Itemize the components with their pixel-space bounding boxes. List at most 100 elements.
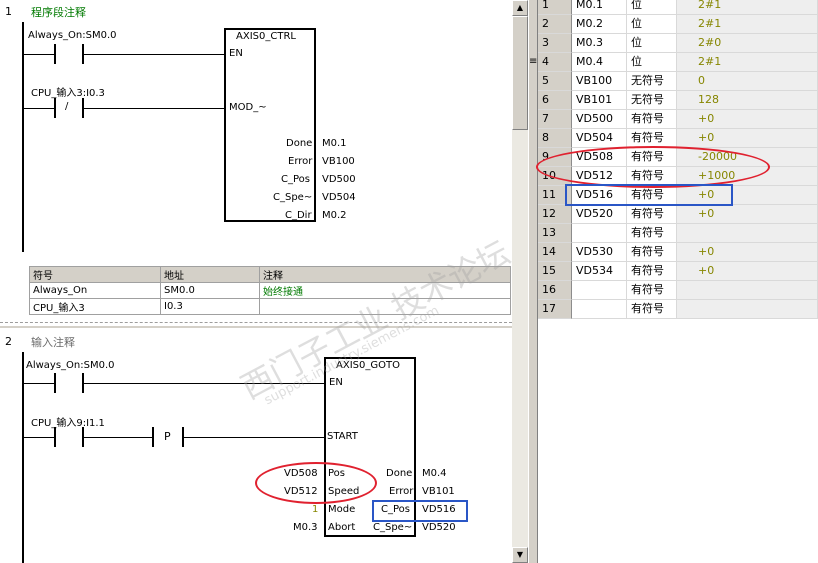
status-chart-row[interactable]: 4 M0.4 位 2#1	[538, 53, 818, 72]
scroll-thumb[interactable]	[512, 16, 528, 130]
scroll-down-button[interactable]: ▼	[512, 547, 528, 563]
status-chart-row[interactable]: 2 M0.2 位 2#1	[538, 15, 818, 34]
addr-done[interactable]: M0.4	[422, 468, 447, 479]
row-number: 3	[538, 34, 572, 53]
value-cell[interactable]	[677, 300, 818, 319]
n2-contact1-label[interactable]: Always_On:SM0.0	[26, 360, 115, 371]
address-cell[interactable]: M0.2	[572, 15, 627, 34]
ladder-editor[interactable]: 1 程序段注释 Always_On:SM0.0 CPU_输入3:I0.3 / A…	[0, 0, 512, 563]
value-cell[interactable]: +0	[677, 205, 818, 224]
n2-contact2-left[interactable]	[54, 427, 56, 447]
addr-mode[interactable]: 1	[312, 504, 318, 515]
format-cell[interactable]: 有符号	[627, 224, 677, 243]
address-cell[interactable]: VB101	[572, 91, 627, 110]
n1-contact2-label[interactable]: CPU_输入3:I0.3	[31, 84, 105, 99]
network-1-number: 1	[5, 5, 12, 18]
n1-contact2-symbol: /	[65, 101, 69, 112]
status-chart-row[interactable]: 15 VD534 有符号 +0	[538, 262, 818, 281]
value-cell[interactable]: 0	[677, 72, 818, 91]
addr-error[interactable]: VB100	[322, 156, 355, 167]
value-cell[interactable]: 2#1	[677, 53, 818, 72]
status-chart-row[interactable]: 7 VD500 有符号 +0	[538, 110, 818, 129]
value-cell[interactable]: +0	[677, 129, 818, 148]
format-cell[interactable]: 位	[627, 53, 677, 72]
addr-error[interactable]: VB101	[422, 486, 455, 497]
value-cell[interactable]: +0	[677, 110, 818, 129]
status-chart-row[interactable]: 8 VD504 有符号 +0	[538, 129, 818, 148]
n1-contact1-left[interactable]	[54, 44, 56, 64]
addr-cdir[interactable]: M0.2	[322, 210, 347, 221]
address-cell[interactable]: VD500	[572, 110, 627, 129]
address-cell[interactable]: VB100	[572, 72, 627, 91]
format-cell[interactable]: 有符号	[627, 110, 677, 129]
value-cell[interactable]	[677, 281, 818, 300]
format-cell[interactable]: 有符号	[627, 281, 677, 300]
status-chart-row[interactable]: 5 VB100 无符号 0	[538, 72, 818, 91]
status-chart-row[interactable]: 14 VD530 有符号 +0	[538, 243, 818, 262]
format-cell[interactable]: 有符号	[627, 262, 677, 281]
format-cell[interactable]: 位	[627, 15, 677, 34]
format-cell[interactable]: 无符号	[627, 72, 677, 91]
value-cell[interactable]: 2#1	[677, 0, 818, 15]
address-cell[interactable]: VD520	[572, 205, 627, 224]
format-cell[interactable]: 位	[627, 0, 677, 15]
address-cell[interactable]	[572, 300, 627, 319]
pane-splitter[interactable]: ≡	[528, 0, 538, 563]
status-chart-row[interactable]: 3 M0.3 位 2#0	[538, 34, 818, 53]
address-cell[interactable]: M0.1	[572, 0, 627, 15]
pin-error: Error	[288, 156, 313, 167]
value-cell[interactable]: 128	[677, 91, 818, 110]
pin-abort: Abort	[328, 522, 356, 533]
row-number: 6	[538, 91, 572, 110]
n2-contact1-left[interactable]	[54, 373, 56, 393]
row-number: 13	[538, 224, 572, 243]
row-number: 17	[538, 300, 572, 319]
highlight-vd516-box	[565, 184, 733, 206]
address-cell[interactable]	[572, 224, 627, 243]
address-cell[interactable]: VD534	[572, 262, 627, 281]
addr-abort[interactable]: M0.3	[293, 522, 318, 533]
row-number: 7	[538, 110, 572, 129]
scroll-up-button[interactable]: ▲	[512, 0, 528, 16]
format-cell[interactable]: 有符号	[627, 300, 677, 319]
format-cell[interactable]: 有符号	[627, 243, 677, 262]
addr-done[interactable]: M0.1	[322, 138, 347, 149]
address-cell[interactable]: VD504	[572, 129, 627, 148]
n1-contact1-label[interactable]: Always_On:SM0.0	[28, 30, 117, 41]
status-chart-row[interactable]: 6 VB101 无符号 128	[538, 91, 818, 110]
network-1-comment[interactable]: 程序段注释	[31, 4, 86, 20]
format-cell[interactable]: 位	[627, 34, 677, 53]
value-cell[interactable]: +0	[677, 243, 818, 262]
addr-cspe[interactable]: VD504	[322, 192, 356, 203]
n1-contact2-left[interactable]	[54, 98, 56, 118]
address-cell[interactable]: M0.3	[572, 34, 627, 53]
n2-edge-symbol: P	[164, 430, 171, 443]
symbol-cell: Always_On	[29, 282, 161, 299]
value-cell[interactable]: 2#0	[677, 34, 818, 53]
n2-edge-left[interactable]	[152, 427, 154, 447]
pin-cdir: C_Dir	[285, 210, 312, 221]
addr-cpos[interactable]: VD500	[322, 174, 356, 185]
status-chart-row[interactable]: 17 有符号	[538, 300, 818, 319]
address-cell[interactable]	[572, 281, 627, 300]
value-cell[interactable]: +0	[677, 262, 818, 281]
status-chart-row[interactable]: 16 有符号	[538, 281, 818, 300]
status-chart-row[interactable]: 13 有符号	[538, 224, 818, 243]
address-cell[interactable]: M0.4	[572, 53, 627, 72]
editor-vertical-scrollbar[interactable]: ▲ ▼	[512, 0, 528, 563]
status-chart-row[interactable]: 12 VD520 有符号 +0	[538, 205, 818, 224]
pin-en: EN	[329, 377, 343, 388]
value-cell[interactable]: 2#1	[677, 15, 818, 34]
wire	[84, 437, 152, 438]
format-cell[interactable]: 有符号	[627, 205, 677, 224]
status-chart-row[interactable]: 1 M0.1 位 2#1	[538, 0, 818, 15]
status-chart[interactable]: 1 M0.1 位 2#1 2 M0.2 位 2#1 3 M0.3 位 2#0 4 M0.4 位 2#1 5 VB1…	[536, 0, 818, 563]
addr-cspe[interactable]: VD520	[422, 522, 456, 533]
pin-cspe: C_Spe~	[273, 192, 313, 203]
n2-contact2-label[interactable]: CPU_输入9:I1.1	[31, 414, 105, 429]
pin-en: EN	[229, 48, 243, 59]
format-cell[interactable]: 无符号	[627, 91, 677, 110]
network-2-comment[interactable]: 输入注释	[31, 334, 75, 350]
address-cell[interactable]: VD530	[572, 243, 627, 262]
value-cell[interactable]	[677, 224, 818, 243]
